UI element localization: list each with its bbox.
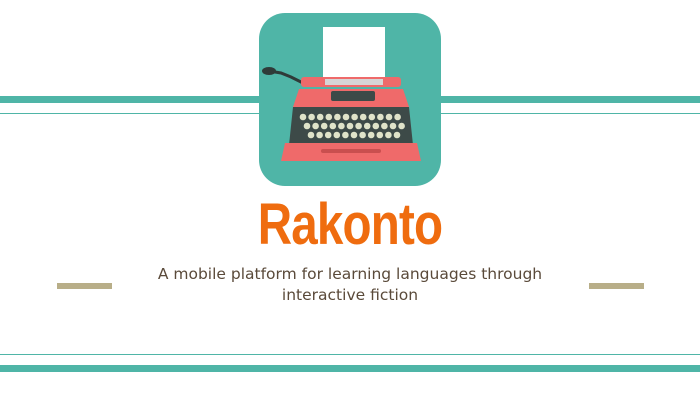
page-title: Rakonto <box>257 192 443 257</box>
typewriter-key <box>320 122 328 130</box>
platen-shadow <box>325 79 383 85</box>
typewriter-key <box>398 122 405 130</box>
typewriter-key <box>334 113 341 121</box>
typewriter-key <box>359 113 367 121</box>
typewriter-key <box>363 122 371 130</box>
typewriter-key <box>385 113 393 121</box>
typewriter-key <box>346 122 354 130</box>
typewriter-key <box>372 122 380 130</box>
typewriter-key <box>307 131 315 139</box>
paper-sheet <box>323 27 385 81</box>
typewriter-key <box>355 122 362 130</box>
typewriter-key <box>389 122 397 130</box>
typewriter-key <box>338 122 345 130</box>
typewriter-icon <box>259 13 441 186</box>
typewriter-key <box>324 131 332 139</box>
typewriter-key <box>299 113 307 121</box>
typewriter-key <box>367 131 375 139</box>
right-decorative-dash <box>589 283 644 289</box>
typewriter-key <box>368 113 376 121</box>
typewriter-key <box>359 131 366 139</box>
typewriter-key <box>308 113 315 121</box>
typewriter-key <box>394 113 401 121</box>
typewriter-key <box>342 113 350 121</box>
bottom-thin-rule <box>0 354 700 355</box>
typewriter-key <box>393 131 401 139</box>
typewriter-key <box>333 131 341 139</box>
typewriter-key <box>377 113 384 121</box>
page-subtitle: A mobile platform for learning languages… <box>157 265 543 304</box>
typewriter-key <box>376 131 384 139</box>
left-decorative-dash <box>57 283 112 289</box>
typewriter-key <box>351 113 358 121</box>
typewriter-key <box>303 122 311 130</box>
space-bar <box>321 149 381 153</box>
typewriter-key <box>342 131 349 139</box>
typewriter-key <box>312 122 319 130</box>
typewriter-key <box>329 122 337 130</box>
type-bar-slot <box>331 91 375 101</box>
typewriter-key <box>385 131 392 139</box>
typewriter-key <box>316 113 324 121</box>
typewriter-key <box>381 122 388 130</box>
lever-knob <box>262 67 276 75</box>
typewriter-key <box>316 131 323 139</box>
typewriter-key <box>325 113 333 121</box>
typewriter-key <box>350 131 358 139</box>
bottom-thick-rule <box>0 365 700 372</box>
